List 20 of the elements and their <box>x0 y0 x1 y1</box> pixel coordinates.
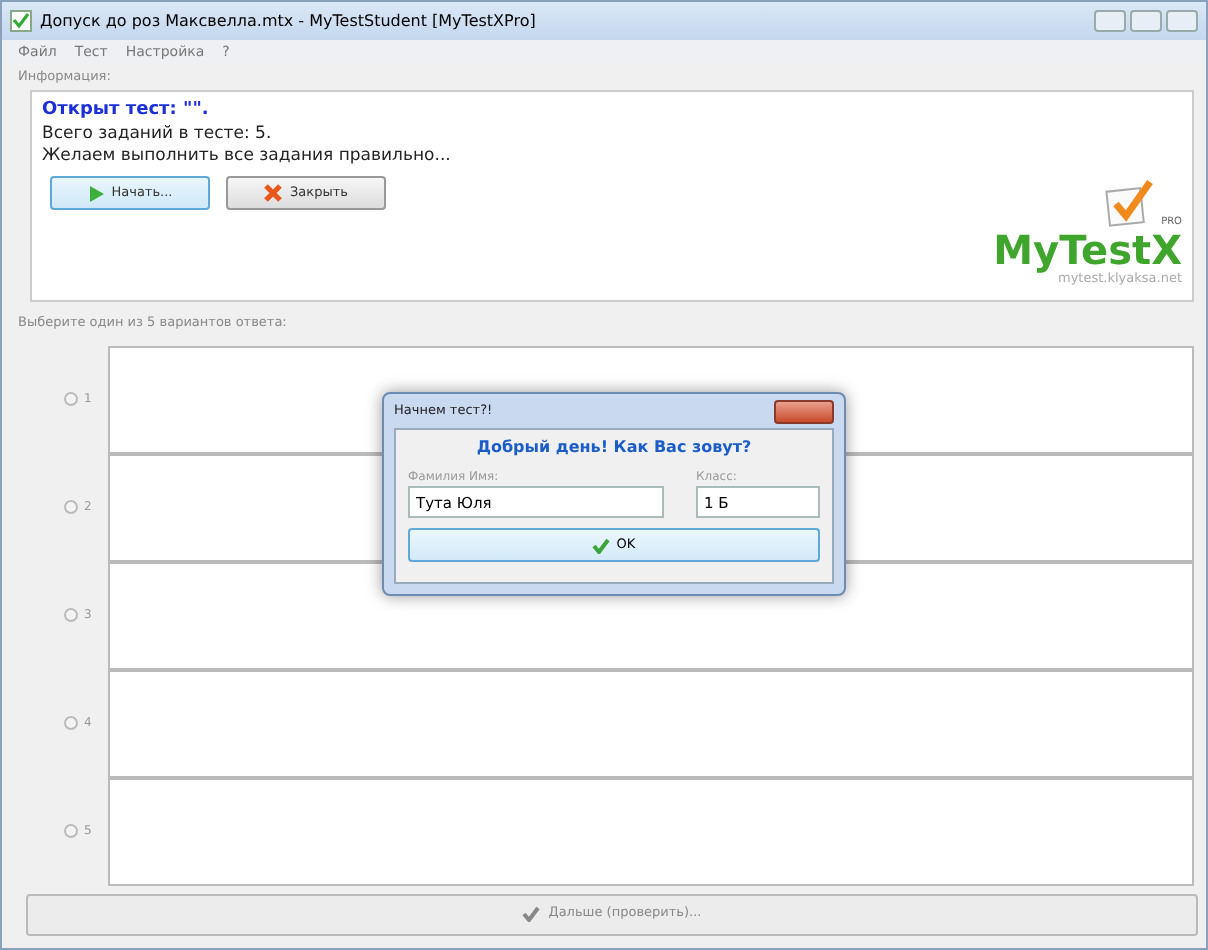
cross-icon <box>264 184 283 203</box>
radio-button[interactable] <box>64 608 78 622</box>
checkmark-icon <box>522 906 541 922</box>
window-title: Допуск до роз Максвелла.mtx - MyTestStudent [MyTestXPro] <box>40 9 536 33</box>
play-icon <box>87 185 104 202</box>
checkmark-icon <box>592 537 611 553</box>
radio-button[interactable] <box>64 824 78 838</box>
greeting-text: Добрый день! Как Вас зовут? <box>474 436 754 460</box>
radio-button[interactable] <box>64 716 78 730</box>
app-icon <box>10 10 32 32</box>
minimize-button[interactable] <box>1094 10 1126 32</box>
radio-button[interactable] <box>64 500 78 514</box>
info-text: Всего заданий в тесте: 5. <box>42 124 274 147</box>
logo-text: MyTestX <box>993 230 1182 270</box>
test-heading: Открыт тест: "". <box>42 97 211 124</box>
maximize-button[interactable] <box>1130 10 1162 32</box>
checkbox-logo-icon <box>1101 178 1154 230</box>
close-button[interactable] <box>774 399 834 423</box>
info-text: Желаем выполнить все задания правильно... <box>42 146 451 169</box>
radio-button[interactable] <box>64 392 78 406</box>
